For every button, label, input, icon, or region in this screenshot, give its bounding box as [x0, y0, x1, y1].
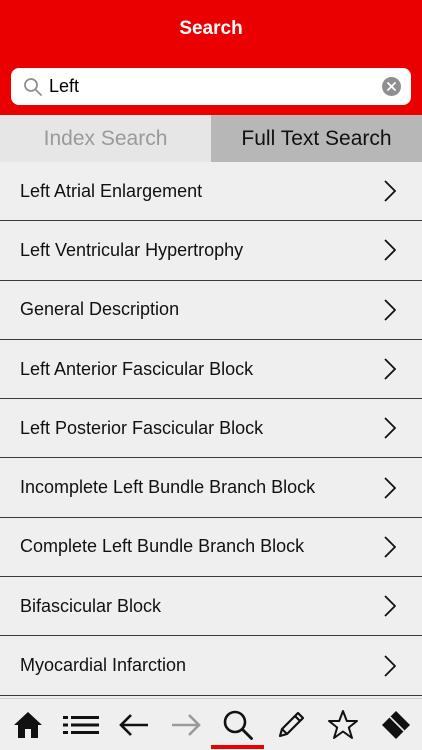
- list-item[interactable]: General Description: [0, 280, 422, 340]
- chevron-right-icon: [384, 654, 396, 677]
- tab-full-text-search[interactable]: Full Text Search: [211, 115, 422, 162]
- list-item[interactable]: Left Anterior Fascicular Block: [0, 339, 422, 400]
- list-item-label: Left Anterior Fascicular Block: [20, 358, 254, 379]
- search-icon: [223, 710, 253, 740]
- list-item[interactable]: Left Atrial Enlargement: [0, 162, 422, 222]
- chevron-right-icon: [384, 417, 396, 439]
- chevron-right-icon: [384, 595, 396, 617]
- search-mode-segmented-control: Index Search Full Text Search: [0, 115, 422, 162]
- results-list: Left Atrial Enlargement Left Ventricular …: [0, 162, 422, 696]
- tab-index-search[interactable]: Index Search: [0, 115, 211, 162]
- home-button[interactable]: [2, 699, 54, 750]
- favorites-button[interactable]: [317, 699, 369, 750]
- list-item[interactable]: Complete Left Bundle Branch Block: [0, 517, 422, 578]
- search-field[interactable]: [11, 68, 411, 105]
- list-item-label: General Description: [20, 299, 180, 320]
- chevron-right-icon: [384, 180, 396, 202]
- header-bar: Search: [0, 0, 422, 58]
- clear-icon[interactable]: [382, 77, 401, 96]
- list-item-label: Left Posterior Fascicular Block: [20, 417, 264, 438]
- list-item-label: Bifascicular Block: [20, 595, 162, 616]
- active-tab-indicator: [211, 745, 264, 749]
- chevron-right-icon: [384, 476, 396, 499]
- list-item-label: Incomplete Left Bundle Branch Block: [20, 477, 316, 498]
- highlight-button[interactable]: [370, 699, 422, 750]
- list-item-label: Left Atrial Enlargement: [20, 180, 203, 201]
- back-arrow-icon: [119, 714, 148, 736]
- chevron-right-icon: [384, 299, 396, 321]
- list-icon: [63, 716, 99, 734]
- contents-button[interactable]: [55, 699, 107, 750]
- search-input[interactable]: [49, 68, 379, 105]
- list-item[interactable]: Myocardial Infarction: [0, 636, 422, 696]
- search-tab-button[interactable]: [212, 699, 264, 750]
- star-icon: [328, 710, 358, 739]
- bottom-toolbar: [0, 698, 422, 750]
- list-item-label: Complete Left Bundle Branch Block: [20, 536, 305, 557]
- eraser-icon: [382, 711, 410, 739]
- list-item[interactable]: Bifascicular Block: [0, 577, 422, 637]
- home-icon: [14, 712, 42, 738]
- search-icon: [24, 78, 42, 96]
- pencil-icon: [278, 711, 305, 738]
- page-title: Search: [179, 18, 243, 39]
- list-item[interactable]: Left Ventricular Hypertrophy: [0, 221, 422, 281]
- list-item-label: Myocardial Infarction: [20, 655, 187, 676]
- chevron-right-icon: [384, 239, 396, 262]
- notes-button[interactable]: [265, 699, 317, 750]
- chevron-right-icon: [384, 536, 396, 558]
- list-item-label: Left Ventricular Hypertrophy: [20, 239, 244, 260]
- back-button[interactable]: [108, 699, 160, 750]
- forward-button[interactable]: [160, 699, 212, 750]
- list-item[interactable]: Incomplete Left Bundle Branch Block: [0, 458, 422, 518]
- forward-arrow-icon: [172, 714, 201, 736]
- chevron-right-icon: [384, 358, 396, 380]
- list-item[interactable]: Left Posterior Fascicular Block: [0, 399, 422, 459]
- search-bar: [0, 58, 422, 115]
